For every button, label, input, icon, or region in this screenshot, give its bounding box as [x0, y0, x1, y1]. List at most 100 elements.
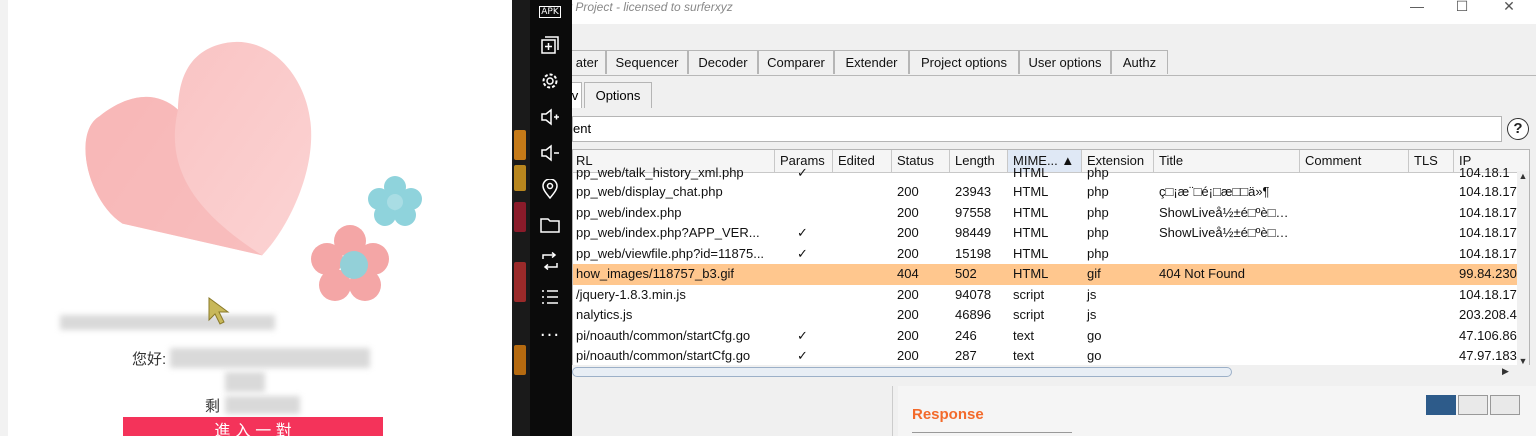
cell-ext: js	[1087, 286, 1097, 302]
tab-http-history[interactable]: v	[572, 82, 582, 108]
response-tab-strip	[912, 432, 1072, 436]
cell-mime: HTML	[1013, 245, 1049, 261]
cell-params: ✓	[797, 165, 808, 180]
cell-ext: php	[1087, 225, 1109, 240]
table-row[interactable]: pp_web/talk_history_xml.php ✓ HTML php 1…	[573, 163, 1529, 184]
panel-edge	[0, 0, 8, 436]
scroll-up-icon[interactable]: ▲	[1517, 171, 1529, 181]
table-row[interactable]: /jquery-1.8.3.min.js 200 94078 script js…	[573, 285, 1529, 306]
tab-project-options[interactable]: Project options	[909, 50, 1019, 74]
blurred-remaining	[225, 396, 300, 414]
cell-url: pp_web/display_chat.php	[576, 184, 723, 199]
rotate-icon[interactable]	[538, 249, 562, 273]
tab-sequencer[interactable]: Sequencer	[606, 50, 688, 74]
cell-ext: php	[1087, 204, 1109, 220]
cell-status: 200	[897, 286, 919, 302]
list-icon[interactable]	[538, 285, 562, 309]
table-row[interactable]: pi/noauth/common/startCfg.go ✓ 200 246 t…	[573, 326, 1529, 347]
cell-mime: HTML	[1013, 165, 1049, 180]
cell-mime: text	[1013, 327, 1034, 343]
tab-decoder[interactable]: Decoder	[688, 50, 758, 74]
cell-ext: go	[1087, 327, 1102, 343]
greeting-label: 您好:	[132, 351, 167, 368]
more-label: ...	[539, 320, 561, 341]
title-bar: y Project - licensed to surferxyz — ☐ ✕	[572, 0, 1536, 24]
filter-bar[interactable]: ent	[572, 116, 1502, 142]
phone-screen: 您好: 剩 進 入 一 對	[0, 0, 512, 436]
table-row-selected[interactable]: how_images/118757_b3.gif 404 502 HTML gi…	[573, 264, 1529, 285]
layout-stacked-button[interactable]	[1458, 395, 1488, 415]
cell-url: /jquery-1.8.3.min.js	[576, 286, 686, 302]
cell-length: 287	[955, 348, 977, 363]
cell-mime: HTML	[1013, 204, 1049, 220]
cell-length: 94078	[955, 286, 992, 302]
tab-repeater[interactable]: ater	[572, 50, 606, 74]
strip-marker	[514, 262, 526, 302]
blurred-line-2	[225, 372, 265, 392]
maximize-button[interactable]: ☐	[1447, 0, 1477, 16]
settings-icon[interactable]	[538, 69, 562, 93]
remaining-label: 剩	[205, 398, 221, 415]
tab-extender[interactable]: Extender	[834, 50, 909, 74]
cell-length: 15198	[955, 245, 992, 261]
help-icon[interactable]: ?	[1507, 118, 1529, 140]
cell-status: 200	[897, 348, 919, 363]
scroll-right-icon[interactable]: ▶	[1502, 366, 1509, 377]
request-pane	[572, 386, 893, 436]
table-row[interactable]: pp_web/viewfile.php?id=11875... ✓ 200 15…	[573, 244, 1529, 265]
tab-comparer[interactable]: Comparer	[758, 50, 834, 74]
table-row[interactable]: pp_web/index.php?APP_VER... ✓ 200 98449 …	[573, 223, 1529, 244]
cell-ext: php	[1087, 165, 1109, 180]
layout-tabs-button[interactable]	[1490, 395, 1520, 415]
layout-side-by-side-button[interactable]	[1426, 395, 1456, 415]
cell-url: pp_web/viewfile.php?id=11875...	[576, 245, 765, 261]
response-pane: Response	[898, 386, 1536, 436]
table-row[interactable]: pp_web/index.php 200 97558 HTML php Show…	[573, 203, 1529, 224]
minimize-button[interactable]: —	[1402, 0, 1432, 16]
volume-down-icon[interactable]	[538, 141, 562, 165]
tab-authz[interactable]: Authz	[1111, 50, 1168, 74]
apk-icon[interactable]: APK	[538, 0, 562, 24]
cell-ext: php	[1087, 184, 1109, 199]
table-row[interactable]: nalytics.js 200 46896 script js 203.208.…	[573, 305, 1529, 326]
location-icon[interactable]	[538, 177, 562, 201]
sub-tab-bar: v Options	[572, 82, 1536, 108]
http-history-table: RL Params Edited Status Length MIME... ▲…	[572, 149, 1530, 367]
cell-status: 404	[897, 266, 919, 281]
close-button[interactable]: ✕	[1494, 0, 1524, 16]
cell-mime: script	[1013, 286, 1045, 302]
vertical-scrollbar[interactable]: ▲ ▼	[1517, 171, 1529, 366]
add-window-icon[interactable]	[538, 33, 562, 57]
burp-window: y Project - licensed to surferxyz — ☐ ✕ …	[572, 0, 1536, 436]
table-row[interactable]: pi/noauth/common/startCfg.go ✓ 200 287 t…	[573, 346, 1529, 366]
volume-up-icon[interactable]	[538, 105, 562, 129]
cell-status: 200	[897, 204, 919, 220]
cell-url: pp_web/index.php	[576, 204, 682, 220]
tab-user-options[interactable]: User options	[1019, 50, 1111, 74]
cell-mime: text	[1013, 348, 1034, 363]
cell-params: ✓	[797, 245, 808, 261]
enter-button[interactable]: 進 入 一 對	[123, 417, 383, 436]
cell-url: pp_web/talk_history_xml.php	[576, 165, 744, 180]
cell-mime: script	[1013, 307, 1045, 322]
tab-options[interactable]: Options	[584, 82, 652, 108]
cell-title: ShowLiveå½±é□ºè□…	[1159, 204, 1289, 220]
more-icon[interactable]: ...	[538, 319, 562, 343]
heart-illustration	[85, 41, 312, 256]
folder-icon[interactable]	[538, 213, 562, 237]
main-tab-bar: ater Sequencer Decoder Comparer Extender…	[572, 50, 1536, 76]
cell-ext: gif	[1087, 266, 1101, 281]
strip-marker	[514, 202, 526, 232]
strip-marker	[514, 165, 526, 191]
cell-title: 404 Not Found	[1159, 266, 1246, 281]
cell-ext: go	[1087, 348, 1102, 363]
cell-mime: HTML	[1013, 184, 1049, 199]
horizontal-scrollbar[interactable]: ▶	[572, 365, 1530, 379]
table-row[interactable]: pp_web/display_chat.php 200 23943 HTML p…	[573, 182, 1529, 203]
cell-length: 97558	[955, 204, 992, 220]
pink-flower-illustration	[311, 225, 389, 301]
horizontal-scroll-thumb[interactable]	[572, 367, 1232, 377]
blurred-username	[60, 315, 275, 330]
mouse-cursor-icon	[208, 297, 230, 325]
cell-length: 502	[955, 266, 977, 281]
